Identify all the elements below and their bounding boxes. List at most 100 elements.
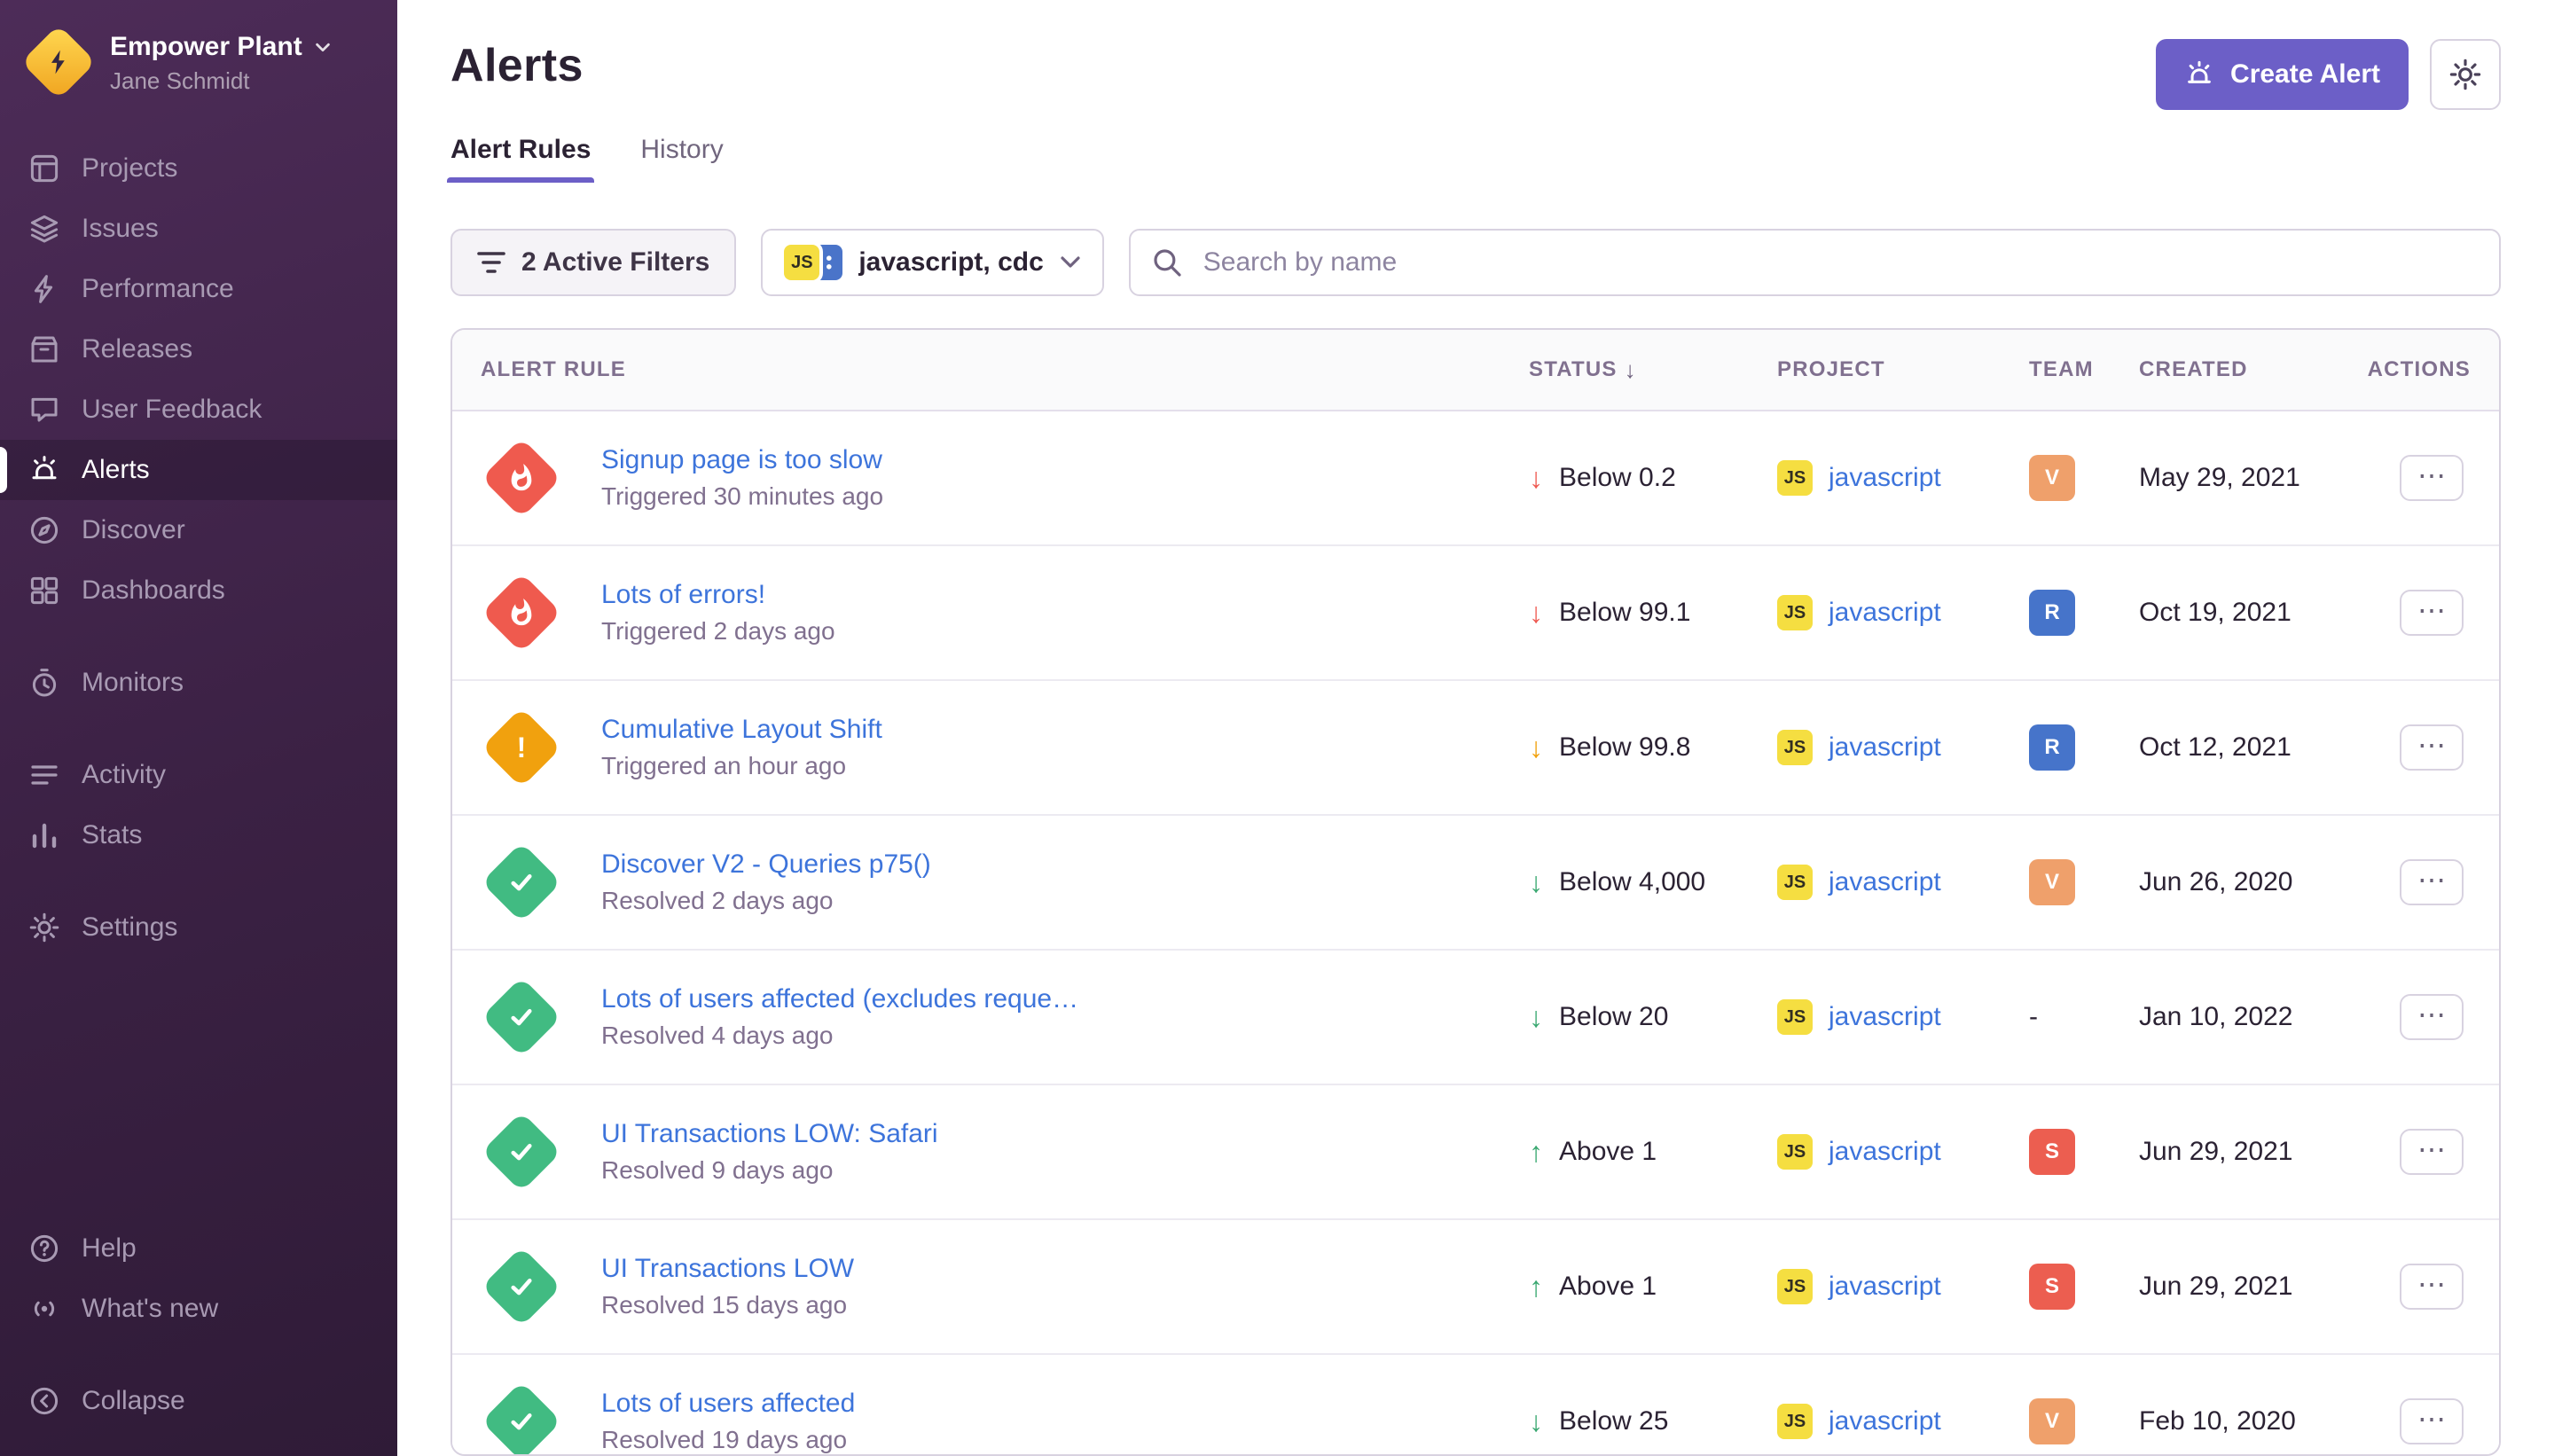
siren-icon: [28, 454, 60, 486]
column-header-status[interactable]: Status↓: [1529, 356, 1777, 384]
sidebar-item-whats-new[interactable]: What's new: [0, 1279, 397, 1339]
column-header-alert-rule: Alert Rule: [481, 357, 1529, 382]
created-date: Jan 10, 2022: [2139, 1002, 2343, 1032]
org-switcher[interactable]: Empower Plant Jane Schmidt: [0, 25, 397, 96]
sidebar-nav: Projects Issues Performance Releases Use…: [0, 138, 397, 1431]
trend-down-icon: ↓: [1529, 462, 1543, 495]
create-alert-button[interactable]: Create Alert: [2156, 39, 2409, 110]
alert-rule-link[interactable]: Lots of users affected (excludes reque…: [601, 984, 1078, 1014]
created-date: Feb 10, 2020: [2139, 1406, 2343, 1436]
alert-rule-subtitle: Triggered an hour ago: [601, 752, 882, 780]
warning-alert-icon: !: [481, 707, 562, 788]
javascript-platform-icon: JS: [784, 245, 819, 280]
status-value: Above 1: [1559, 1272, 1657, 1302]
platform-badges: JS: [784, 245, 842, 280]
critical-alert-icon: [481, 572, 562, 654]
flame-icon: [506, 598, 537, 628]
created-date: May 29, 2021: [2139, 463, 2343, 493]
javascript-platform-icon: JS: [1777, 730, 1813, 765]
sidebar-item-projects[interactable]: Projects: [0, 138, 397, 199]
sidebar-item-discover[interactable]: Discover: [0, 500, 397, 560]
row-actions-button[interactable]: ⋯: [2400, 859, 2464, 905]
row-actions-button[interactable]: ⋯: [2400, 994, 2464, 1040]
project-link[interactable]: javascript: [1829, 598, 1941, 628]
trend-down-icon: ↓: [1529, 1001, 1543, 1034]
project-selector[interactable]: JS javascript, cdc: [761, 229, 1103, 296]
main-content: Alerts Create Alert Alert Rules History …: [397, 0, 2554, 1456]
row-actions-button[interactable]: ⋯: [2400, 590, 2464, 636]
created-date: Jun 26, 2020: [2139, 867, 2343, 897]
javascript-platform-icon: JS: [1777, 1404, 1813, 1439]
alert-rule-link[interactable]: Cumulative Layout Shift: [601, 715, 882, 745]
row-actions-button[interactable]: ⋯: [2400, 1129, 2464, 1175]
project-link[interactable]: javascript: [1829, 1272, 1941, 1302]
alert-rule-link[interactable]: Lots of errors!: [601, 580, 835, 610]
alert-rule-link[interactable]: UI Transactions LOW: Safari: [601, 1119, 938, 1149]
sidebar-item-settings[interactable]: Settings: [0, 897, 397, 958]
critical-alert-icon: [481, 437, 562, 519]
sidebar-item-performance[interactable]: Performance: [0, 259, 397, 319]
sidebar-item-activity[interactable]: Activity: [0, 745, 397, 805]
status-value: Below 4,000: [1559, 867, 1705, 897]
resolved-alert-icon: [481, 1111, 562, 1193]
search-icon: [1152, 247, 1182, 278]
project-link[interactable]: javascript: [1829, 463, 1941, 493]
alert-rule-link[interactable]: Signup page is too slow: [601, 445, 883, 475]
sidebar-footer: Help What's new Collapse: [0, 1218, 397, 1431]
siren-icon: [2184, 59, 2214, 90]
sidebar-item-stats[interactable]: Stats: [0, 805, 397, 865]
ellipsis-icon: ⋯: [2417, 461, 2446, 489]
sidebar-item-help[interactable]: Help: [0, 1218, 397, 1279]
project-link[interactable]: javascript: [1829, 732, 1941, 763]
row-actions-button[interactable]: ⋯: [2400, 455, 2464, 501]
sidebar-item-monitors[interactable]: Monitors: [0, 653, 397, 713]
team-avatar: S: [2029, 1264, 2075, 1310]
row-actions-button[interactable]: ⋯: [2400, 1264, 2464, 1310]
tab-alert-rules[interactable]: Alert Rules: [450, 135, 591, 183]
current-user-name: Jane Schmidt: [110, 67, 333, 95]
resolved-alert-icon: [481, 842, 562, 923]
sidebar-item-collapse[interactable]: Collapse: [0, 1371, 397, 1431]
table-header-row: Alert Rule Status↓ Project Team Created …: [452, 330, 2499, 411]
table-row: Lots of users affected Resolved 19 days …: [452, 1355, 2499, 1456]
team-avatar: V: [2029, 1398, 2075, 1444]
releases-icon: [28, 333, 60, 365]
lightning-bolt-icon: [25, 28, 92, 96]
created-date: Jun 29, 2021: [2139, 1137, 2343, 1167]
alert-rule-link[interactable]: Lots of users affected: [601, 1389, 855, 1419]
alert-rule-subtitle: Resolved 19 days ago: [601, 1426, 855, 1454]
nav-group-divider: [0, 713, 397, 745]
tab-history[interactable]: History: [640, 135, 723, 183]
sidebar-item-dashboards[interactable]: Dashboards: [0, 560, 397, 621]
settings-button[interactable]: [2430, 39, 2501, 110]
alert-rule-link[interactable]: Discover V2 - Queries p75(): [601, 849, 931, 880]
sidebar-item-user-feedback[interactable]: User Feedback: [0, 380, 397, 440]
project-link[interactable]: javascript: [1829, 1137, 1941, 1167]
column-header-actions: Actions: [2343, 357, 2471, 382]
search-input[interactable]: [1200, 246, 2478, 279]
project-link[interactable]: javascript: [1829, 1406, 1941, 1436]
team-avatar: R: [2029, 590, 2075, 636]
tab-bar: Alert Rules History: [450, 135, 2501, 183]
row-actions-button[interactable]: ⋯: [2400, 724, 2464, 771]
ellipsis-icon: ⋯: [2417, 1000, 2446, 1029]
created-date: Oct 12, 2021: [2139, 732, 2343, 763]
projects-icon: [28, 153, 60, 184]
alert-rule-link[interactable]: UI Transactions LOW: [601, 1254, 854, 1284]
team-avatar: V: [2029, 859, 2075, 905]
trend-down-icon: ↓: [1529, 597, 1543, 630]
sidebar-item-issues[interactable]: Issues: [0, 199, 397, 259]
active-filters-button[interactable]: 2 Active Filters: [450, 229, 736, 296]
resolved-alert-icon: [481, 1381, 562, 1456]
project-link[interactable]: javascript: [1829, 867, 1941, 897]
javascript-platform-icon: JS: [1777, 1134, 1813, 1170]
row-actions-button[interactable]: ⋯: [2400, 1398, 2464, 1444]
issues-icon: [28, 213, 60, 245]
search-box: [1129, 229, 2501, 296]
page-header: Alerts Create Alert: [450, 0, 2501, 110]
sidebar-item-releases[interactable]: Releases: [0, 319, 397, 380]
table-row: UI Transactions LOW Resolved 15 days ago…: [452, 1220, 2499, 1355]
team-avatar: V: [2029, 455, 2075, 501]
project-link[interactable]: javascript: [1829, 1002, 1941, 1032]
sidebar-item-alerts[interactable]: Alerts: [0, 440, 397, 500]
